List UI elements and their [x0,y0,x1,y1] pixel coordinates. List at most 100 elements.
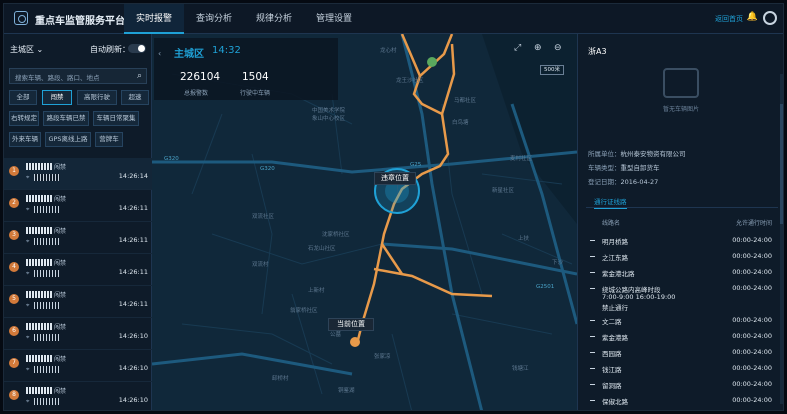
filter-height-limit[interactable]: 高限行驶 [77,90,117,105]
zone-time: 14:32 [212,45,241,56]
alarm-time: 14:26:11 [118,300,148,308]
route-name: 西园路 [602,350,622,358]
plate-obscured [26,163,52,170]
map-place-label: 象山中心校区 [312,116,346,122]
moving-vehicles-label: 行驶中车辆 [240,90,271,97]
filter-restricted[interactable]: 闯禁 [42,90,72,105]
collapse-arrow-icon[interactable]: ‹ [158,49,161,58]
list-item[interactable]: 6 闯禁 ⌖ 14:26:10 [4,318,152,350]
map-place-label: 双流村 [252,262,269,268]
fullscreen-icon[interactable]: ⤢ [514,43,521,53]
highway-label: G320 [164,156,179,162]
auto-refresh-toggle[interactable] [128,44,146,53]
map-place-label: 马都社区 [454,98,477,104]
route-time: 00:00-24:00 [732,348,772,356]
vehicle-plate: 浙A3 [588,47,607,56]
alarm-time: 14:26:11 [118,236,148,244]
type-value: 重型自卸货车 [620,164,660,172]
alarm-status: 闯禁 [54,164,67,171]
tab-query-analysis[interactable]: 查询分析 [184,4,244,34]
route-time: 00:00-24:00 [732,364,772,372]
search-input[interactable]: 搜索车辆、路段、路口、地点 ⌕ [9,68,147,84]
map-view[interactable]: ‹ 主城区 14:32 226104 总报警数 1504 行驶中车辆 ⤢ ⊕ ⊖… [152,34,577,410]
bell-icon[interactable]: 🔔 [747,12,758,22]
location-pin-icon: ⌖ [26,174,30,181]
filter-right-turn[interactable]: 右转规定 [9,111,39,126]
start-marker-icon[interactable] [427,57,437,67]
tab-pattern-analysis[interactable]: 规律分析 [244,4,304,34]
zoom-in-icon[interactable]: ⊕ [534,43,542,53]
map-scale: 500米 [540,65,564,75]
road-obscured [34,174,60,181]
road-obscured [34,302,60,309]
vehicle-photo-icon [663,68,699,98]
alarm-index-badge: 7 [9,358,19,368]
alarm-status: 闯禁 [54,260,67,267]
alarm-status: 闯禁 [54,228,67,235]
map-place-label: 白鸟塘 [452,120,469,126]
location-pin-icon: ⌖ [26,398,30,405]
vehicle-detail-panel: 浙A3 暂无车辆图片 所属单位：杭州泰安物资有限公司 车辆类型：重型自卸货车 登… [577,34,783,410]
map-place-label: 下沙 [552,260,564,266]
top-header: 重点车监管服务平台 实时报警 查询分析 规律分析 管理设置 返回首页 🔔 [4,4,783,34]
filter-all[interactable]: 全部 [9,90,37,105]
row-bullet [590,400,595,401]
home-link[interactable]: 返回首页 [715,14,743,24]
alarm-time: 14:26:14 [118,172,148,180]
owner-value: 杭州泰安物资有限公司 [620,150,686,158]
list-item[interactable]: 2 闯禁 ⌖ 14:26:11 [4,190,152,222]
type-row: 车辆类型：重型自卸货车 [588,162,660,172]
map-place-label: 石龙山社区 [308,246,336,252]
alarm-index-badge: 8 [9,390,19,400]
list-item[interactable]: 3 闯禁 ⌖ 14:26:11 [4,222,152,254]
filter-daily-gathering[interactable]: 车辆日常聚集 [93,111,139,126]
detail-scrollbar[interactable] [780,74,783,404]
alarm-index-badge: 3 [9,230,19,240]
plate-obscured [26,387,52,394]
row-bullet [590,336,595,337]
alarm-status: 闯禁 [54,196,67,203]
location-pin-icon: ⌖ [26,334,30,341]
search-icon[interactable]: ⌕ [137,71,142,81]
list-item[interactable]: 5 闯禁 ⌖ 14:26:11 [4,286,152,318]
app-title: 重点车监管服务平台 [35,16,125,27]
plate-obscured [26,259,52,266]
user-avatar-icon[interactable] [763,11,777,25]
zoom-out-icon[interactable]: ⊖ [554,43,562,53]
location-pin-icon: ⌖ [26,238,30,245]
map-place-label: 上扶 [518,236,530,242]
tab-management-settings[interactable]: 管理设置 [304,4,364,34]
date-value: 2016-04-27 [620,178,659,186]
current-position-marker-icon[interactable] [350,337,360,347]
list-item[interactable]: 4 闯禁 ⌖ 14:26:11 [4,254,152,286]
alarm-status: 闯禁 [54,292,67,299]
filter-speeding[interactable]: 超速 [121,90,149,105]
zone-dropdown[interactable]: 主城区 ⌄ [10,44,43,55]
alarm-time: 14:26:10 [118,364,148,372]
filter-licensed-vehicle[interactable]: 营牌车 [95,132,123,147]
route-time: 00:00-24:00 [732,284,772,292]
row-bullet [590,272,595,273]
location-pin-icon: ⌖ [26,270,30,277]
filter-road-banned[interactable]: 路段车辆已禁 [43,111,89,126]
no-photo-label: 暂无车辆图片 [662,106,699,113]
filter-gps-offline[interactable]: GPS离线上路 [45,132,91,147]
road-obscured [34,334,60,341]
moving-vehicles-value: 1504 [242,71,269,83]
highway-label: G25 [410,162,422,168]
list-item[interactable]: 1 闯禁 ⌖ 14:26:14 [4,158,152,190]
auto-refresh-label: 自动刷新： [90,45,130,54]
route-name: 之江东路 [602,254,628,262]
date-row: 登记日期：2016-04-27 [588,176,658,186]
tab-realtime-alarm[interactable]: 实时报警 [124,4,185,34]
map-place-label: 龙王沙社区 [396,78,424,84]
filter-external-vehicle[interactable]: 外来车辆 [9,132,41,147]
location-pin-icon: ⌖ [26,206,30,213]
search-placeholder: 搜索车辆、路段、路口、地点 [15,74,100,82]
tab-permit-routes[interactable]: 通行证线路 [594,196,627,209]
type-label: 车辆类型： [588,164,621,172]
list-item[interactable]: 7 闯禁 ⌖ 14:26:10 [4,350,152,382]
route-name: 钱江路 [602,366,622,374]
road-obscured [34,398,60,405]
list-item[interactable]: 8 闯禁 ⌖ 14:26:10 [4,382,152,410]
